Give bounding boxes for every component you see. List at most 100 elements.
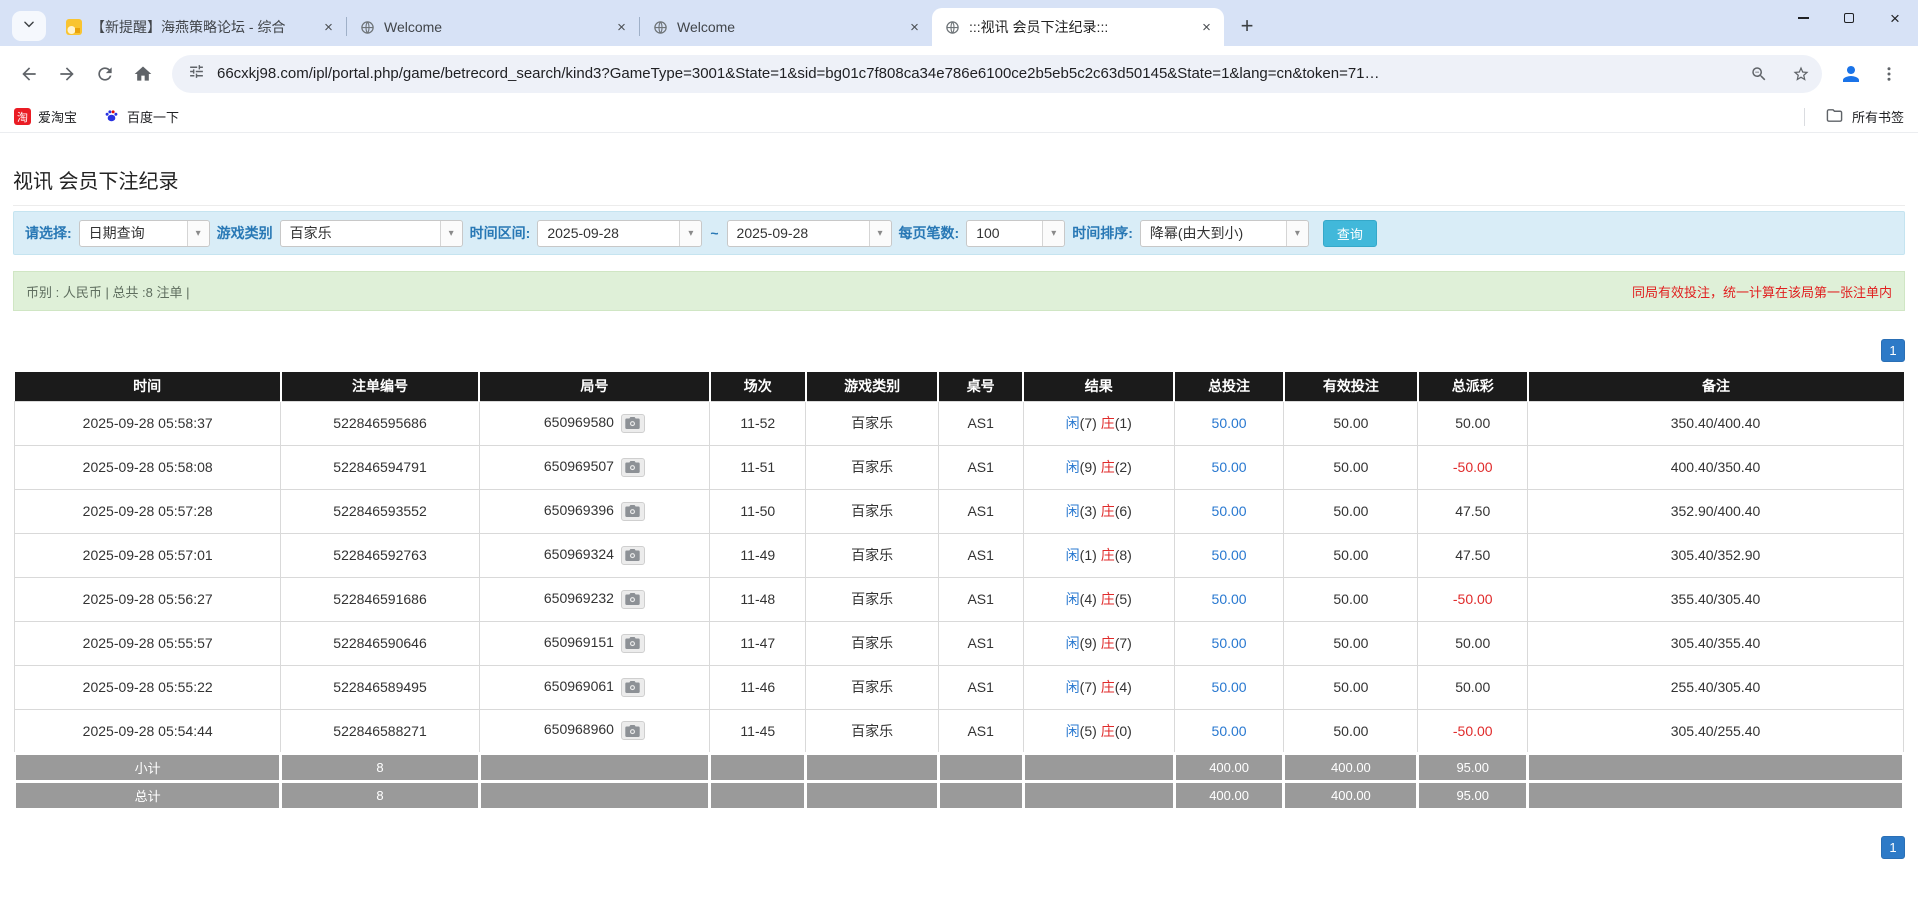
camera-icon[interactable] xyxy=(621,678,645,697)
bookmark-star-icon[interactable] xyxy=(1786,59,1816,89)
cell-session: 11-49 xyxy=(710,533,806,577)
filter-bar: 请选择: 日期查询 ▾ 游戏类别 百家乐 ▾ 时间区间: 2025-09-28 … xyxy=(13,211,1905,255)
cell-payout: -50.00 xyxy=(1418,445,1528,489)
table-row: 2025-09-28 05:58:37 522846595686 6509695… xyxy=(15,401,1904,445)
tab-close-icon[interactable]: × xyxy=(319,18,338,37)
cell-result: 闲(4) 庄(5) xyxy=(1023,577,1174,621)
tab-welcome-2[interactable]: Welcome × xyxy=(640,8,932,46)
cell-note: 305.40/255.40 xyxy=(1528,709,1904,753)
profile-avatar-button[interactable] xyxy=(1834,57,1868,91)
bookmarks-bar: 淘 爱淘宝 百度一下 所有书签 xyxy=(0,101,1918,133)
cell-total-bet: 50.00 xyxy=(1174,621,1284,665)
back-button[interactable] xyxy=(12,57,46,91)
sort-select[interactable]: 降幂(由大到小) ▾ xyxy=(1140,220,1309,247)
back-arrow-icon xyxy=(19,64,39,84)
cell-bet-id: 522846590646 xyxy=(281,621,479,665)
cell-session: 11-51 xyxy=(710,445,806,489)
subtotal-payout: 95.00 xyxy=(1418,753,1528,781)
total-bet-link[interactable]: 50.00 xyxy=(1212,547,1247,563)
tab-welcome-1[interactable]: Welcome × xyxy=(347,8,639,46)
bookmark-taobao[interactable]: 淘 爱淘宝 xyxy=(14,107,77,126)
col-header-round-id: 局号 xyxy=(479,372,709,401)
bookmark-baidu[interactable]: 百度一下 xyxy=(103,107,179,127)
bookmarks-divider xyxy=(1804,108,1805,126)
tab-close-icon[interactable]: × xyxy=(1197,18,1216,37)
address-bar[interactable]: 66cxkj98.com/ipl/portal.php/game/betreco… xyxy=(172,55,1822,93)
camera-icon[interactable] xyxy=(621,414,645,433)
camera-icon[interactable] xyxy=(621,546,645,565)
total-bet-link[interactable]: 50.00 xyxy=(1212,723,1247,739)
subtotal-count: 8 xyxy=(281,753,479,781)
tab-forum[interactable]: 【新提醒】海燕策略论坛 - 综合 × xyxy=(54,8,346,46)
caret-down-icon: ▾ xyxy=(440,221,462,246)
maximize-button[interactable] xyxy=(1826,0,1872,36)
zoom-out-icon[interactable] xyxy=(1744,59,1774,89)
date-range-tilde: ~ xyxy=(710,225,718,241)
cell-table-no: AS1 xyxy=(938,445,1023,489)
game-type-select[interactable]: 百家乐 ▾ xyxy=(280,220,463,247)
home-button[interactable] xyxy=(126,57,160,91)
total-bet-link[interactable]: 50.00 xyxy=(1212,591,1247,607)
cell-result: 闲(9) 庄(7) xyxy=(1023,621,1174,665)
all-bookmarks[interactable]: 所有书签 xyxy=(1804,107,1904,127)
cell-total-bet: 50.00 xyxy=(1174,445,1284,489)
cell-note: 305.40/352.90 xyxy=(1528,533,1904,577)
minimize-icon xyxy=(1798,17,1809,19)
tab-close-icon[interactable]: × xyxy=(612,18,631,37)
table-row: 2025-09-28 05:57:01 522846592763 6509693… xyxy=(15,533,1904,577)
total-bet-link[interactable]: 50.00 xyxy=(1212,503,1247,519)
forward-arrow-icon xyxy=(57,64,77,84)
cell-result: 闲(3) 庄(6) xyxy=(1023,489,1174,533)
cell-session: 11-48 xyxy=(710,577,806,621)
cell-game-type: 百家乐 xyxy=(806,621,938,665)
forward-button[interactable] xyxy=(50,57,84,91)
camera-icon[interactable] xyxy=(621,502,645,521)
col-header-payout: 总派彩 xyxy=(1418,372,1528,401)
browser-window: 【新提醒】海燕策略论坛 - 综合 × Welcome × Welcome × :… xyxy=(0,0,1918,133)
url-text[interactable]: 66cxkj98.com/ipl/portal.php/game/betreco… xyxy=(217,65,1732,82)
cell-total-bet: 50.00 xyxy=(1174,533,1284,577)
page-1-button[interactable]: 1 xyxy=(1881,836,1905,859)
total-bet-link[interactable]: 50.00 xyxy=(1212,415,1247,431)
date-to-input[interactable]: 2025-09-28 ▾ xyxy=(727,220,892,247)
total-bet-link[interactable]: 50.00 xyxy=(1212,679,1247,695)
page-1-button[interactable]: 1 xyxy=(1881,339,1905,362)
cell-total-bet: 50.00 xyxy=(1174,709,1284,753)
cell-valid-bet: 50.00 xyxy=(1284,665,1418,709)
tab-close-icon[interactable]: × xyxy=(905,18,924,37)
tab-search-button[interactable] xyxy=(12,11,46,41)
query-type-select[interactable]: 日期查询 ▾ xyxy=(79,220,210,247)
new-tab-button[interactable]: + xyxy=(1232,11,1262,41)
cell-time: 2025-09-28 05:55:22 xyxy=(15,665,281,709)
menu-kebab-button[interactable] xyxy=(1872,57,1906,91)
camera-icon[interactable] xyxy=(621,590,645,609)
camera-icon[interactable] xyxy=(621,458,645,477)
total-bet-link[interactable]: 50.00 xyxy=(1212,459,1247,475)
camera-icon[interactable] xyxy=(621,634,645,653)
cell-payout: -50.00 xyxy=(1418,709,1528,753)
close-button[interactable]: × xyxy=(1872,0,1918,36)
kebab-menu-icon xyxy=(1880,65,1898,83)
total-payout: 95.00 xyxy=(1418,781,1528,809)
cell-valid-bet: 50.00 xyxy=(1284,709,1418,753)
cell-round-id: 650969232 xyxy=(479,577,709,621)
minimize-button[interactable] xyxy=(1780,0,1826,36)
date-from-input[interactable]: 2025-09-28 ▾ xyxy=(537,220,702,247)
reload-button[interactable] xyxy=(88,57,122,91)
cell-note: 255.40/305.40 xyxy=(1528,665,1904,709)
site-info-tune-icon[interactable] xyxy=(188,63,205,85)
tab-betrecord-active[interactable]: :::视讯 会员下注纪录::: × xyxy=(932,8,1224,46)
page-size-select[interactable]: 100 ▾ xyxy=(966,220,1065,247)
col-header-game-type: 游戏类别 xyxy=(806,372,938,401)
pagination-bottom: 1 xyxy=(13,836,1905,859)
camera-icon[interactable] xyxy=(621,721,645,740)
caret-down-icon: ▾ xyxy=(187,221,209,246)
bet-record-table: 时间 注单编号 局号 场次 游戏类别 桌号 结果 总投注 有效投注 总派彩 备注… xyxy=(13,372,1905,811)
total-bet-link[interactable]: 50.00 xyxy=(1212,635,1247,651)
search-button[interactable]: 查询 xyxy=(1323,220,1377,247)
tab-title: :::视讯 会员下注纪录::: xyxy=(969,17,1188,37)
cell-payout: 50.00 xyxy=(1418,401,1528,445)
table-body: 2025-09-28 05:58:37 522846595686 6509695… xyxy=(15,401,1904,753)
cell-game-type: 百家乐 xyxy=(806,445,938,489)
cell-bet-id: 522846588271 xyxy=(281,709,479,753)
